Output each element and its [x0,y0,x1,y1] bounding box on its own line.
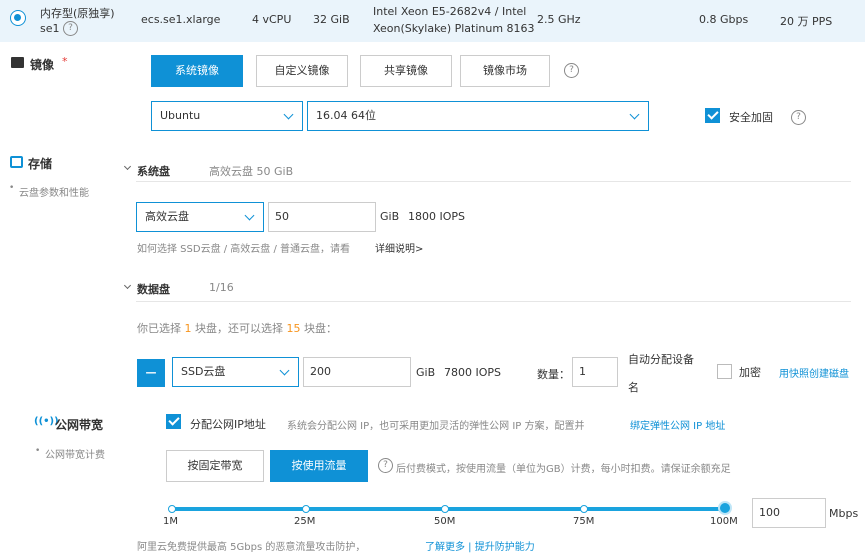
help-icon[interactable]: ? [791,110,806,125]
storage-sub-bullet: • [9,183,15,193]
instance-memory: 32 GiB [313,13,350,26]
instance-family2: se1 [40,22,60,35]
help-icon[interactable]: ? [63,21,78,36]
os-select[interactable]: Ubuntu [151,101,303,131]
slider-tick-label: 25M [294,516,316,527]
storage-sub: 云盘参数和性能 [19,188,89,199]
minus-icon: — [145,366,157,379]
tab-image-market[interactable]: 镜像市场 [460,55,550,87]
system-disk-type-value: 高效云盘 [145,210,189,223]
instance-vcpu: 4 vCPU [252,13,292,26]
tab-custom-image[interactable]: 自定义镜像 [256,55,348,87]
data-disk-selected: 你已选择 1 块盘，还可以选择 15 块盘： [137,320,337,336]
instance-pps: 20 万 PPS [780,15,833,28]
bandwidth-unit: Mbps [829,507,859,520]
instance-family: 内存型(原独享) [40,7,115,20]
chevron-down-icon[interactable] [123,281,132,290]
assign-ip-label: 分配公网IP地址 [190,418,266,431]
data-disk-size-input[interactable]: 200 [303,357,411,387]
assign-ip-note: 系统会分配公网 IP，也可采用更加灵活的弹性公网 IP 方案，配置并 [287,421,585,432]
chevron-down-icon[interactable] [123,162,132,171]
instance-freq: 2.5 GHz [537,13,581,26]
encrypt-label: 加密 [739,366,761,379]
image-section-title: 镜像 [30,58,55,72]
instance-row[interactable]: 内存型(原独享) se1 ? ecs.se1.xlarge 4 vCPU 32 … [0,0,865,42]
network-sub: 公网带宽计费 [45,450,105,461]
chevron-down-icon [283,109,294,120]
os-select-value: Ubuntu [160,109,201,122]
help-icon[interactable]: ? [378,458,393,473]
chevron-down-icon [244,210,255,221]
storage-icon [10,156,23,168]
remove-disk-button[interactable]: — [137,359,165,387]
selected-count: 1 [184,322,192,335]
data-disk-unit: GiB [416,366,436,379]
data-disk-count: 1/16 [209,281,234,294]
instance-cpu-line2: Xeon(Skylake) Platinum 8163 [373,22,535,35]
selected-mid: 块盘，还可以选择 [195,322,283,335]
system-disk-size-input[interactable]: 50 [268,202,376,232]
ddos-note: 阿里云免费提供最高 5Gbps 的恶意流量攻击防护， [137,542,366,553]
data-disk-type-select[interactable]: SSD云盘 [172,357,299,387]
system-disk-hint-link[interactable]: 详细说明> [375,240,423,255]
assign-ip-checkbox[interactable] [166,414,181,429]
image-icon [11,57,24,68]
storage-section-title: 存储 [28,157,53,171]
slider-tick[interactable] [580,505,588,513]
billing-note: 后付费模式，按使用流量（单位为GB）计费，每小时扣费。请保证余额充足 [396,464,731,475]
instance-bandwidth: 0.8 Gbps [699,13,749,26]
slider-tick[interactable] [168,505,176,513]
selected-suffix: 块盘： [304,322,337,335]
data-disk-qty-input[interactable]: 1 [572,357,618,387]
slider-tick[interactable] [302,505,310,513]
network-sub-bullet: • [35,446,41,456]
system-disk-unit: GiB [380,210,400,223]
instance-cpu-line1: Intel Xeon E5-2682v4 / Intel [373,5,527,18]
eip-link[interactable]: 绑定弹性公网 IP 地址 [630,417,725,432]
slider-tick-label: 75M [573,516,595,527]
divider [136,181,851,182]
system-disk-title: 系统盘 [137,165,170,178]
chevron-down-icon [279,365,290,376]
instance-type: ecs.se1.xlarge [141,13,221,26]
encrypt-checkbox[interactable] [717,364,732,379]
tab-shared-image[interactable]: 共享镜像 [360,55,452,87]
ddos-link[interactable]: 了解更多 | 提升防护能力 [425,538,535,553]
divider [136,301,851,302]
auto-assign-label-1: 自动分配设备 [628,353,694,366]
auto-assign-label-2: 名 [628,381,639,394]
slider-tick-label: 50M [434,516,456,527]
slider-tick-label: 100M [710,516,738,527]
slider-handle[interactable] [718,501,732,515]
data-disk-qty-label: 数量： [537,368,570,381]
radio-selected-icon[interactable] [10,10,26,26]
system-disk-hint: 如何选择 SSD云盘 / 高效云盘 / 普通云盘，请看 [137,244,351,255]
slider-tick[interactable] [441,505,449,513]
bandwidth-input[interactable]: 100 [752,498,826,528]
required-mark: * [62,55,68,68]
selected-prefix: 你已选择 [137,322,181,335]
data-disk-type-value: SSD云盘 [181,365,226,378]
security-checkbox[interactable] [705,108,720,123]
data-disk-title: 数据盘 [137,283,170,296]
version-select-value: 16.04 64位 [316,109,376,122]
system-disk-iops: 1800 IOPS [408,210,466,223]
system-disk-type-select[interactable]: 高效云盘 [136,202,264,232]
help-icon[interactable]: ? [564,63,579,78]
billing-traffic-button[interactable]: 按使用流量 [270,450,368,482]
snapshot-create-link[interactable]: 用快照创建磁盘 [779,365,865,380]
system-disk-summary: 高效云盘 50 GiB [209,165,294,178]
network-section-title: 公网带宽 [55,418,104,432]
security-label: 安全加固 [729,111,773,124]
version-select[interactable]: 16.04 64位 [307,101,649,131]
billing-fixed-button[interactable]: 按固定带宽 [166,450,264,482]
data-disk-iops: 7800 IOPS [444,366,502,379]
remaining-count: 15 [286,322,301,335]
slider-tick-label: 1M [163,516,178,527]
tab-system-image[interactable]: 系统镜像 [151,55,243,87]
chevron-down-icon [629,109,640,120]
